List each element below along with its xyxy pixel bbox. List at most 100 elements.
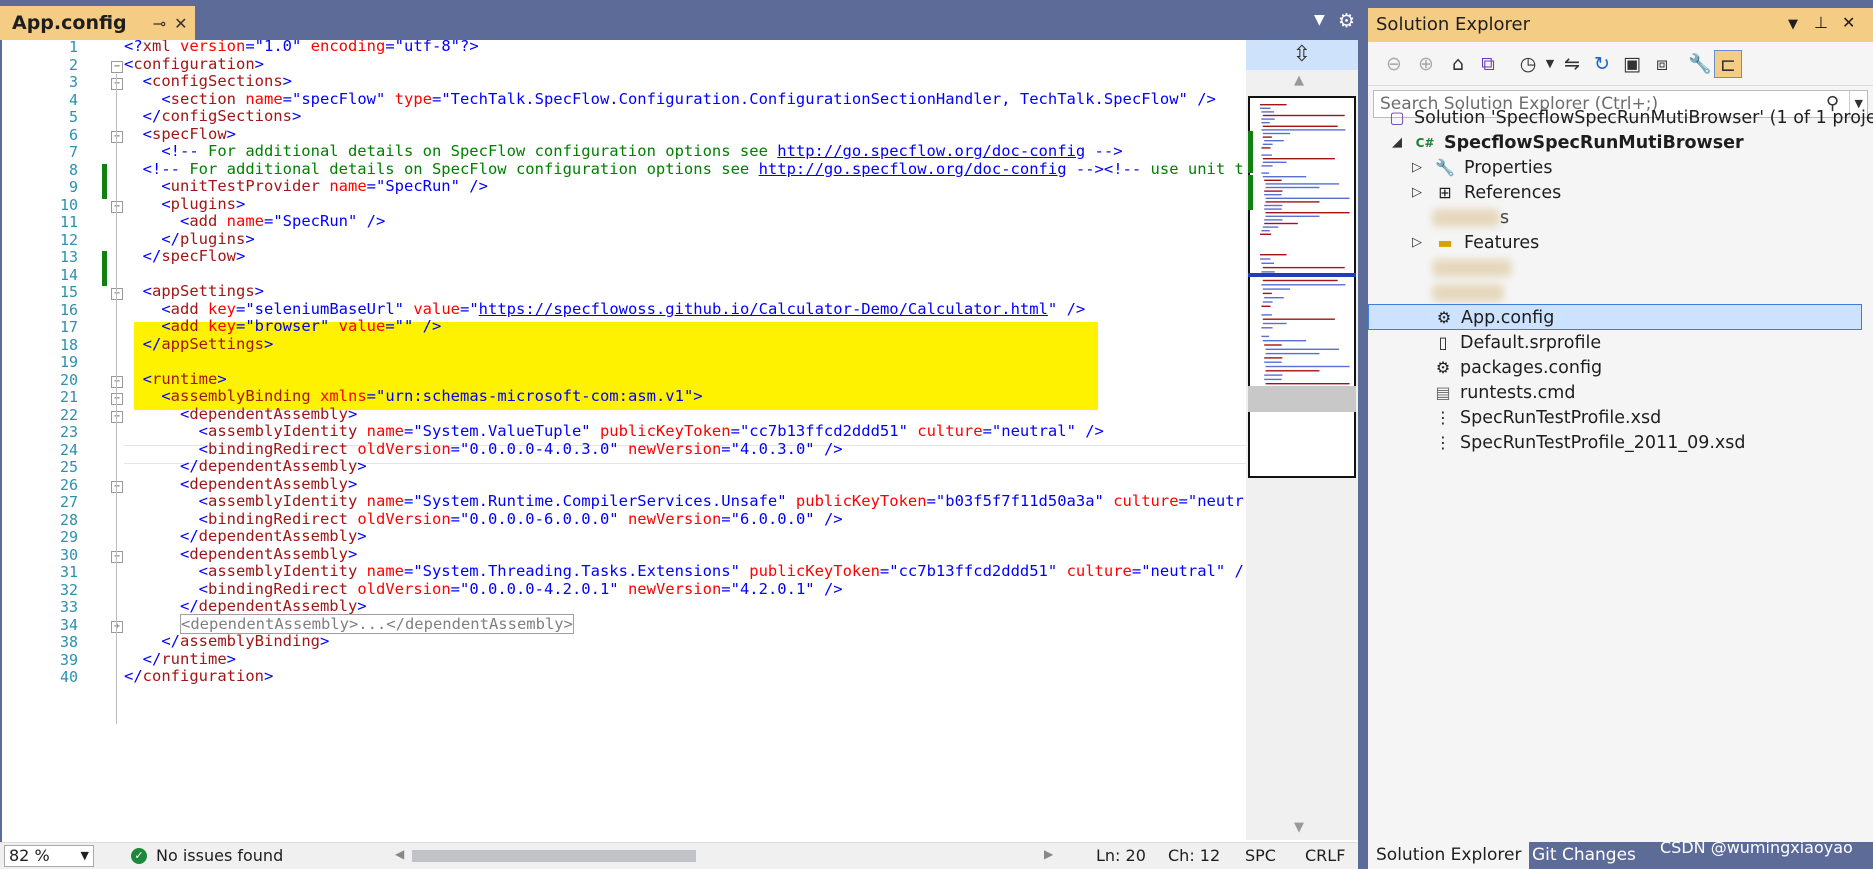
collapse-region-icon[interactable]: − xyxy=(111,200,123,213)
tree-item-blurred[interactable] xyxy=(1412,280,1532,306)
line-ending-indicator[interactable]: CRLF xyxy=(1305,846,1345,865)
code-token: specFlow xyxy=(152,124,227,143)
tree-item-label: Properties xyxy=(1464,158,1553,178)
pin-icon[interactable]: ⊥ xyxy=(1814,13,1828,32)
line-number: 39 xyxy=(59,650,78,669)
scroll-left-icon[interactable]: ◀ xyxy=(395,847,404,861)
collapse-region-icon[interactable]: − xyxy=(111,288,123,300)
expand-region-icon[interactable]: + xyxy=(111,620,123,633)
back-icon[interactable]: ⊖ xyxy=(1380,50,1408,78)
collapse-region-icon[interactable]: − xyxy=(111,375,123,388)
minimap-line xyxy=(1261,111,1274,113)
collapse-region-icon[interactable]: − xyxy=(111,393,123,405)
collapse-all-icon[interactable]: ▣ xyxy=(1618,50,1646,78)
line-indicator[interactable]: Ln: 20 xyxy=(1096,846,1146,865)
panel-title: Solution Explorer xyxy=(1376,14,1530,35)
collapse-region-icon[interactable]: − xyxy=(111,550,123,563)
scroll-down-icon[interactable]: ▼ xyxy=(1294,820,1304,835)
pin-icon[interactable]: ⊸ xyxy=(153,14,166,33)
wrench-properties-icon[interactable]: 🔧 xyxy=(1686,50,1714,78)
code-line[interactable]: </configuration> xyxy=(124,666,273,687)
minimap-viewport[interactable] xyxy=(1248,96,1356,478)
collapse-region-icon[interactable]: − xyxy=(111,410,123,423)
sync-active-document-icon[interactable]: ⇋ xyxy=(1558,50,1586,78)
code-token: ="SpecRun" /> xyxy=(366,177,488,195)
code-line[interactable]: </appSettings> xyxy=(124,334,274,355)
code-token: section xyxy=(170,89,236,108)
code-line[interactable]: </specFlow> xyxy=(124,246,246,267)
code-token: < xyxy=(124,492,208,510)
tree-item-blurred[interactable]: s xyxy=(1412,205,1532,231)
minimap-line xyxy=(1264,194,1282,196)
whitespace-indicator[interactable]: SPC xyxy=(1245,846,1276,865)
column-indicator[interactable]: Ch: 12 xyxy=(1168,846,1220,865)
show-all-files-icon[interactable]: ⧈ xyxy=(1648,50,1676,78)
forward-icon[interactable]: ⊕ xyxy=(1412,50,1440,78)
code-token: < xyxy=(124,194,171,213)
code-token: < xyxy=(124,404,190,423)
code-editor[interactable]: 1 2 3 4 5 6 7 8 9 10 11 12 13 14 15 16 17 18 19 20 21 22 23 24 2… xyxy=(0,38,1358,842)
minimap-scrollbar[interactable]: ⇳ ▲ ▼ xyxy=(1246,40,1358,840)
code-token: > xyxy=(245,229,255,248)
close-icon[interactable]: ✕ xyxy=(174,14,187,33)
scroll-right-icon[interactable]: ▶ xyxy=(1044,847,1053,861)
expand-arrow-icon[interactable]: ◢ xyxy=(1392,130,1402,156)
code-token: culture xyxy=(917,422,983,440)
collapse-arrow-icon[interactable]: ▷ xyxy=(1412,230,1422,256)
solution-explorer-titlebar: Solution Explorer ▼ ⊥ ✕ xyxy=(1368,8,1873,42)
code-token[interactable]: https://specflowoss.github.io/Calculator… xyxy=(479,300,1048,318)
collapse-region-icon[interactable]: − xyxy=(111,60,123,73)
code-token[interactable]: http://go.specflow.org/doc-config xyxy=(777,142,1085,160)
tree-item-label: SpecRunTestProfile.xsd xyxy=(1460,408,1662,428)
collapse-region-icon[interactable]: − xyxy=(111,480,123,493)
home-icon[interactable]: ⌂ xyxy=(1444,50,1472,78)
code-token[interactable]: http://go.specflow.org/doc-config xyxy=(759,160,1067,178)
chevron-down-icon[interactable]: ▼ xyxy=(1788,17,1798,32)
issues-status[interactable]: No issues found xyxy=(156,846,283,865)
split-editor-icon[interactable]: ⇳ xyxy=(1246,40,1358,70)
refresh-icon[interactable]: ↻ xyxy=(1588,50,1616,78)
code-token: dependentAssembly xyxy=(198,597,358,615)
preview-selected-items-icon[interactable]: ⊏ xyxy=(1714,50,1742,78)
code-token: ="SpecRun" /> xyxy=(264,212,386,230)
minimap-line xyxy=(1264,297,1284,299)
tab-git-changes[interactable]: Git Changes xyxy=(1524,842,1644,869)
code-token: ="" /> xyxy=(385,317,442,335)
tree-item-app-config[interactable]: ⚙ App.config xyxy=(1368,304,1862,330)
line-number: 19 xyxy=(59,353,78,371)
switch-views-icon[interactable]: ⧉ xyxy=(1474,50,1502,78)
schema-file-icon: ⋮ xyxy=(1435,433,1451,452)
minimap-line xyxy=(1264,222,1298,225)
chevron-down-icon[interactable]: ▼ xyxy=(1314,12,1325,28)
code-token: > xyxy=(263,334,274,353)
scroll-up-icon[interactable]: ▲ xyxy=(1294,73,1304,88)
code-token: ="0.0.0.0-6.0.0.0" xyxy=(450,509,628,528)
zoom-dropdown[interactable]: 82 % ▼ xyxy=(4,845,94,867)
horizontal-scrollbar-thumb[interactable] xyxy=(412,850,696,862)
line-number: 28 xyxy=(59,510,78,529)
tree-item-label: Default.srprofile xyxy=(1460,333,1602,353)
line-number: 11 xyxy=(59,213,78,231)
code-token: ="System.ValueTuple" xyxy=(403,422,600,440)
config-file-icon: ⚙ xyxy=(1435,358,1451,377)
minimap-line xyxy=(1261,129,1346,131)
code-text-area[interactable]: <?xml version="1.0" encoding="utf-8"?> <c… xyxy=(124,40,1246,840)
close-icon[interactable]: ✕ xyxy=(1842,13,1855,32)
tab-app-config[interactable]: App.config ⊸ ✕ xyxy=(0,6,196,40)
collapse-arrow-icon[interactable]: ▷ xyxy=(1412,180,1422,206)
minimap-line xyxy=(1265,212,1350,214)
collapse-region-icon[interactable]: − xyxy=(111,78,123,90)
tab-solution-explorer[interactable]: Solution Explorer xyxy=(1368,842,1530,869)
collapse-region-icon[interactable]: − xyxy=(111,130,123,143)
code-token: > xyxy=(226,124,236,143)
code-token: dependentAssembly xyxy=(189,544,348,563)
gear-icon[interactable]: ⚙ xyxy=(1338,10,1355,32)
code-token: xmlns xyxy=(320,387,367,405)
tree-item-blurred[interactable] xyxy=(1412,255,1532,281)
collapse-arrow-icon[interactable]: ▷ xyxy=(1412,155,1422,181)
code-token: unitTestProvider xyxy=(170,177,320,195)
